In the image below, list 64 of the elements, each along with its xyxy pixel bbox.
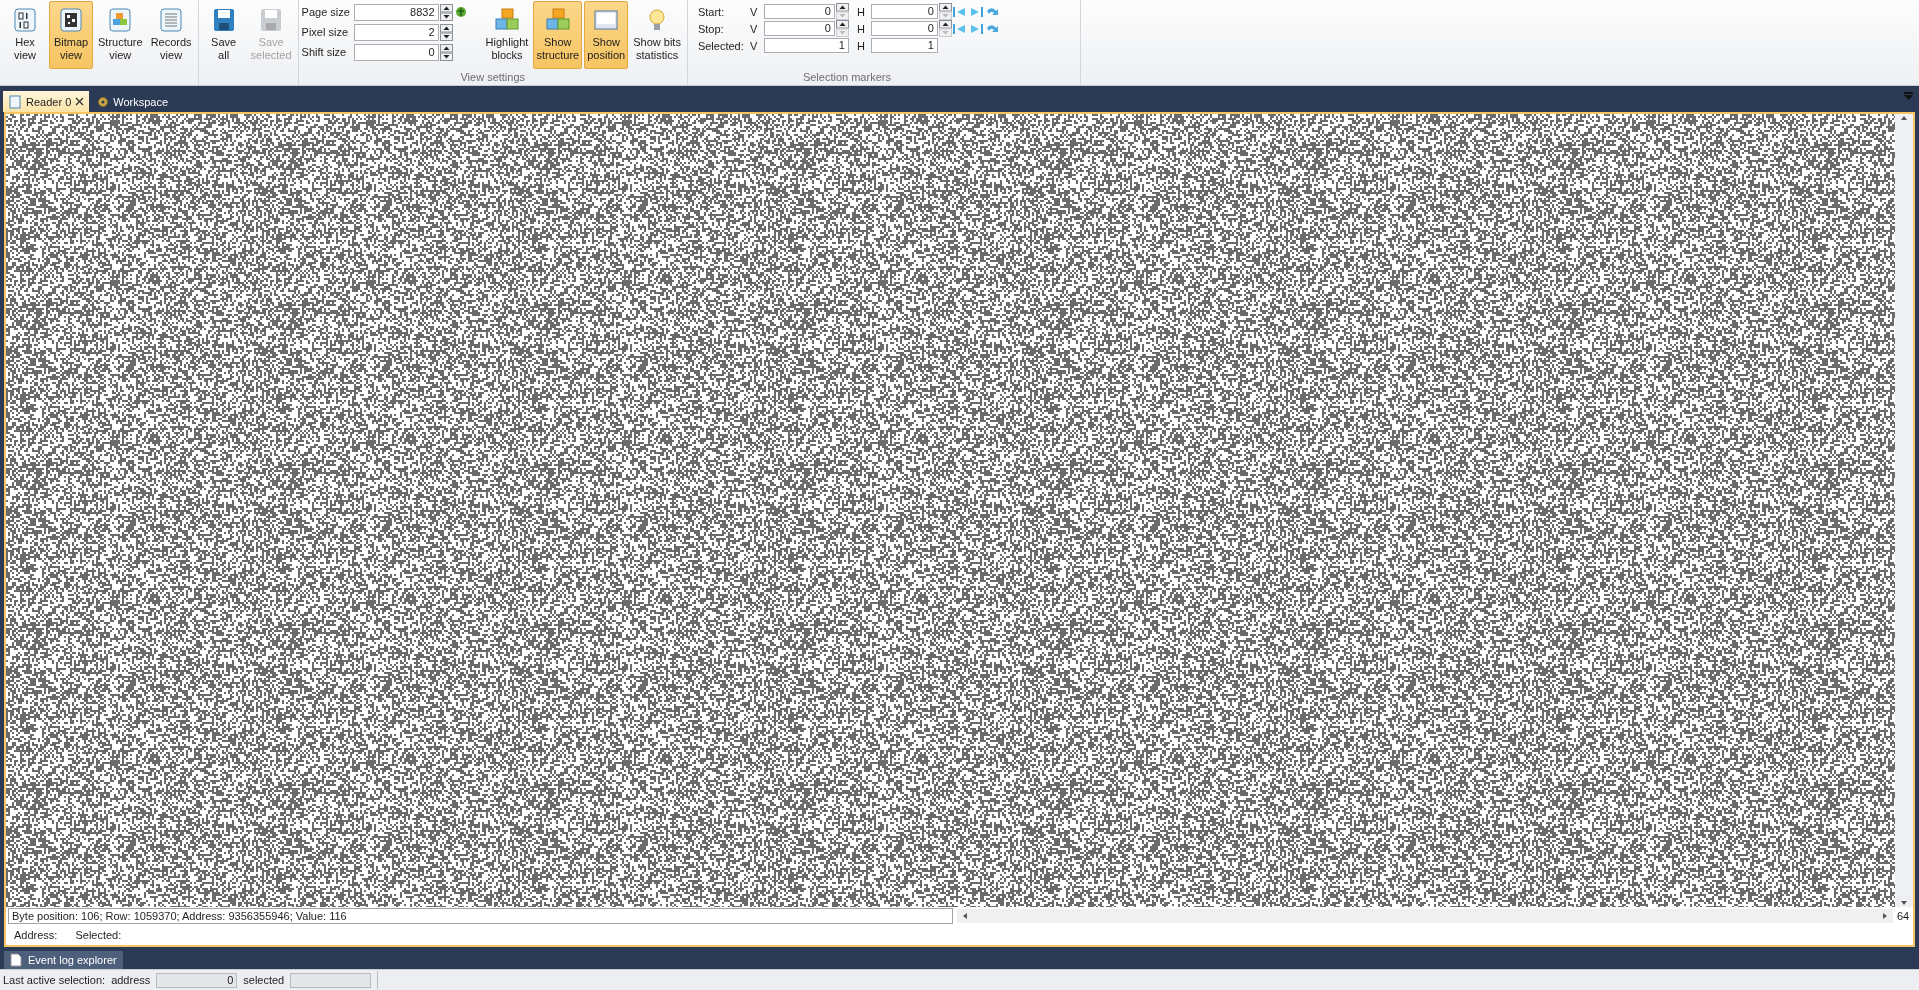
number-field[interactable]: 2	[353, 23, 439, 41]
axis-label: H	[856, 22, 866, 35]
position-readout: Byte position: 106; Row: 1059370; Address: 9356355946; Value: 116	[8, 908, 953, 924]
gear-icon	[97, 95, 110, 108]
number-field[interactable]: 0	[870, 21, 938, 36]
toggle-button[interactable]: Show structure	[533, 1, 583, 69]
status-label: address	[111, 974, 151, 986]
axis-label: V	[749, 39, 759, 52]
toggle-button[interactable]: Highlight blocks	[482, 1, 532, 69]
jump-start-icon	[951, 21, 968, 36]
marker-label: Stop:	[696, 22, 725, 35]
view-button[interactable]: Hex view	[3, 1, 47, 69]
spin-buttons[interactable]	[938, 20, 952, 37]
number-field[interactable]: 0	[763, 21, 835, 36]
field-label: Pixel size	[301, 26, 350, 38]
zoom-value: 64	[1897, 910, 1911, 922]
number-field[interactable]: 1	[870, 38, 938, 53]
group-title: Selection markers	[801, 71, 892, 85]
status-label: selected	[243, 974, 285, 986]
spin-buttons[interactable]	[835, 3, 849, 20]
view-button[interactable]: Records view	[147, 1, 195, 69]
marker-label: Start:	[696, 5, 726, 18]
scroll-pattern-icon	[57, 6, 85, 34]
binary-scroll-icon	[11, 6, 39, 34]
view-button[interactable]: Structure view	[95, 1, 146, 69]
view-button[interactable]: Bitmap view	[49, 1, 93, 69]
address-label: Address:	[14, 929, 58, 941]
close-icon[interactable]	[75, 97, 85, 106]
number-field[interactable]: 0	[870, 4, 938, 19]
field-label: Page size	[301, 6, 351, 18]
dock-tab[interactable]: Event log explorer	[4, 951, 123, 969]
field-label: Shift size	[301, 46, 348, 58]
toggle-button[interactable]: Show position	[584, 1, 629, 69]
address-field: 0	[156, 972, 238, 988]
toggle-button[interactable]: Show bits statistics	[630, 1, 684, 69]
jump-start-icon	[951, 4, 968, 19]
scroll-up-icon[interactable]	[1900, 114, 1908, 122]
marker-label: Selected:	[696, 39, 745, 52]
horizontal-scrollbar[interactable]	[957, 909, 1893, 923]
scroll-right-icon[interactable]	[1881, 912, 1889, 920]
scroll-down-icon[interactable]	[1900, 899, 1908, 907]
axis-label: H	[856, 39, 866, 52]
document-icon	[8, 94, 22, 109]
spin-buttons[interactable]	[439, 3, 453, 21]
vertical-scrollbar[interactable]	[1895, 114, 1913, 907]
save-button[interactable]: Save all	[201, 1, 246, 69]
status-label: Last active selection:	[3, 974, 106, 986]
axis-label: V	[749, 22, 759, 35]
document-tab[interactable]: Reader 0	[3, 91, 90, 112]
selected-label: Selected:	[75, 929, 122, 941]
scroll-left-icon[interactable]	[961, 912, 969, 920]
spin-buttons[interactable]	[835, 20, 849, 37]
number-field[interactable]: 0	[763, 4, 835, 19]
number-field[interactable]: 8832	[353, 3, 439, 21]
number-field[interactable]: 0	[353, 43, 439, 61]
axis-label: V	[749, 5, 759, 18]
group-title: View settings	[459, 71, 527, 85]
number-field[interactable]: 1	[763, 38, 849, 53]
page-icon	[10, 953, 22, 967]
document-tab[interactable]: Workspace	[92, 91, 174, 112]
spin-buttons[interactable]	[938, 3, 952, 20]
axis-label: H	[856, 5, 866, 18]
spin-buttons[interactable]	[439, 23, 453, 41]
spin-buttons[interactable]	[439, 43, 453, 61]
